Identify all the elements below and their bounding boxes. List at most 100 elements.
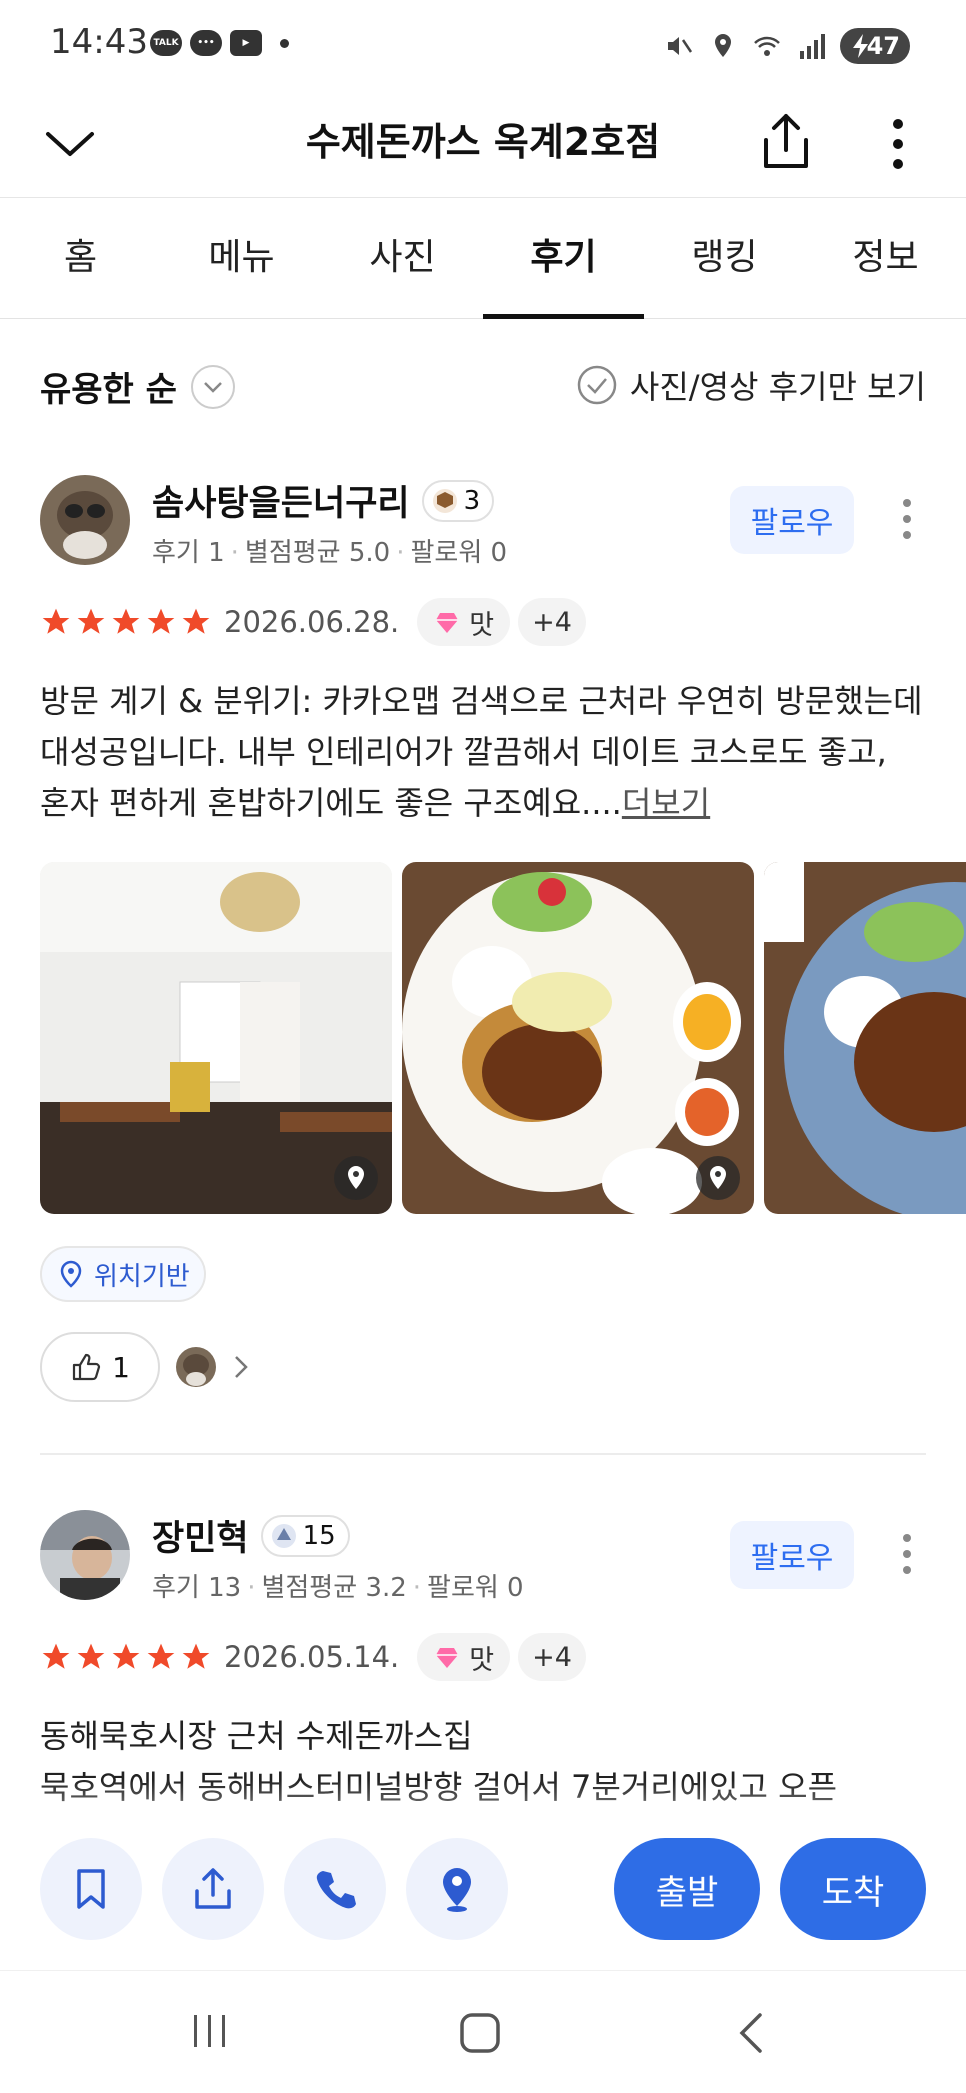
tab-menu[interactable]: 메뉴 — [161, 199, 322, 318]
star-rating — [40, 606, 212, 638]
tab-reviews[interactable]: 후기 — [483, 199, 644, 319]
location-pin-icon — [334, 1156, 378, 1200]
review-date: 2026.06.28. — [224, 605, 400, 639]
battery-indicator: 47 — [840, 28, 910, 64]
tab-info[interactable]: 정보 — [805, 199, 966, 318]
tab-bar: 홈 메뉴 사진 후기 랭킹 정보 — [0, 199, 966, 319]
rating-row: 2026.06.28. 맛 +4 — [40, 598, 586, 646]
review-body-line: 동해묵호시장 근처 수제돈까스집 — [40, 1717, 473, 1755]
more-tags[interactable]: +4 — [518, 1633, 586, 1681]
location-based-label: 위치기반 — [94, 1261, 190, 1292]
review-divider — [40, 1453, 926, 1455]
tag-label: 맛 — [469, 1644, 495, 1676]
like-button[interactable]: 1 — [40, 1332, 160, 1402]
review-photo[interactable] — [764, 862, 966, 1214]
reviewer-name-text: 장민혁 — [152, 1519, 249, 1559]
call-button[interactable] — [284, 1838, 386, 1940]
review-count: 후기 13 — [152, 1573, 242, 1603]
star-icon — [182, 608, 210, 634]
youtube-icon: ▶ — [230, 30, 262, 56]
phone-icon — [316, 1871, 356, 1909]
status-bar: 14:43 TALK ••• ▶ 47 — [0, 0, 966, 90]
recent-apps-icon[interactable] — [190, 2011, 230, 2051]
more-tags[interactable]: +4 — [518, 598, 586, 646]
follower-count: 팔로워 0 — [427, 1573, 524, 1603]
mute-icon — [668, 37, 693, 55]
star-icon — [77, 608, 105, 634]
thumbs-up-icon — [72, 1353, 101, 1381]
reviewer-stats: 후기 1 · 별점평균 5.0 · 팔로워 0 — [152, 538, 508, 568]
level-badge-icon — [432, 488, 457, 513]
star-icon — [112, 608, 140, 634]
signal-icon — [800, 34, 825, 59]
taste-tag[interactable]: 맛 — [417, 598, 511, 646]
arrive-button[interactable]: 도착 — [780, 1838, 926, 1940]
more-notifications-dot — [280, 38, 289, 48]
avatar[interactable] — [40, 1510, 130, 1600]
sort-dropdown[interactable]: 유용한 순 — [40, 362, 235, 411]
taste-tag[interactable]: 맛 — [417, 1633, 511, 1681]
reviewer-name[interactable]: 장민혁 15 — [152, 1510, 350, 1561]
follow-button[interactable]: 팔로우 — [730, 486, 854, 554]
bookmark-icon — [77, 1869, 105, 1909]
read-more-link[interactable]: 더보기 — [622, 784, 710, 822]
location-pin-icon — [696, 1156, 740, 1200]
level-value: 3 — [463, 485, 481, 516]
review-photos[interactable] — [40, 862, 966, 1214]
bookmark-button[interactable] — [40, 1838, 142, 1940]
liker-avatar[interactable] — [176, 1347, 216, 1387]
star-icon — [42, 608, 70, 634]
wifi-icon — [754, 36, 780, 56]
tab-photos[interactable]: 사진 — [322, 199, 483, 318]
location-based-badge[interactable]: 위치기반 — [40, 1246, 206, 1302]
depart-button[interactable]: 출발 — [614, 1838, 760, 1940]
star-icon — [112, 1643, 140, 1669]
review-date: 2026.05.14. — [224, 1640, 400, 1674]
avatar[interactable] — [40, 475, 130, 565]
star-icon — [77, 1643, 105, 1669]
chevron-right-icon[interactable] — [232, 1353, 250, 1381]
review-photo[interactable] — [40, 862, 392, 1214]
level-value: 15 — [302, 1520, 336, 1551]
back-icon[interactable] — [736, 2011, 766, 2055]
level-badge: 3 — [421, 479, 495, 522]
map-pin-icon — [443, 1868, 471, 1912]
charging-bolt-icon — [853, 34, 868, 58]
heart-gem-icon — [436, 613, 459, 633]
chat-bubble-icon: ••• — [190, 30, 222, 56]
review-body: 방문 계기 & 분위기: 카카오맵 검색으로 근처라 우연히 방문했는데 대성공… — [40, 682, 923, 822]
star-icon — [182, 1643, 210, 1669]
tab-home[interactable]: 홈 — [0, 199, 161, 318]
reviewer-name-text: 솜사탕을든너구리 — [152, 484, 410, 524]
sort-label: 유용한 순 — [40, 370, 177, 410]
share-icon[interactable] — [756, 110, 816, 174]
rating-average: 별점평균 5.0 — [244, 538, 391, 568]
star-icon — [42, 1643, 70, 1669]
bottom-action-bar: 출발 도착 — [0, 1820, 966, 1970]
star-icon — [147, 1643, 175, 1669]
system-nav-bar — [0, 1970, 966, 2093]
status-notifications: TALK ••• ▶ — [150, 30, 289, 56]
rating-row: 2026.05.14. 맛 +4 — [40, 1633, 586, 1681]
heart-gem-icon — [436, 1648, 459, 1668]
review-photo[interactable] — [402, 862, 754, 1214]
review-text[interactable]: 방문 계기 & 분위기: 카카오맵 검색으로 근처라 우연히 방문했는데 대성공… — [40, 676, 926, 829]
home-icon[interactable] — [458, 2011, 502, 2055]
tab-ranking[interactable]: 랭킹 — [644, 199, 805, 318]
follower-count: 팔로워 0 — [410, 538, 508, 568]
reviewer-stats: 후기 13 · 별점평균 3.2 · 팔로워 0 — [152, 1573, 524, 1603]
share-button[interactable] — [162, 1838, 264, 1940]
photo-only-toggle[interactable]: 사진/영상 후기만 보기 — [576, 362, 926, 408]
kakaotalk-icon: TALK — [150, 30, 182, 56]
chevron-down-icon — [190, 364, 235, 409]
star-rating — [40, 1641, 212, 1673]
reviewer-name[interactable]: 솜사탕을든너구리 3 — [152, 475, 495, 526]
navigate-button[interactable] — [406, 1838, 508, 1940]
follow-button[interactable]: 팔로우 — [730, 1521, 854, 1589]
more-vertical-icon[interactable] — [900, 1531, 914, 1577]
more-vertical-icon[interactable] — [900, 496, 914, 542]
tag-label: 맛 — [469, 609, 495, 641]
more-vertical-icon[interactable] — [888, 114, 908, 174]
level-badge-icon — [271, 1523, 296, 1548]
reaction-row: 1 — [40, 1332, 250, 1402]
